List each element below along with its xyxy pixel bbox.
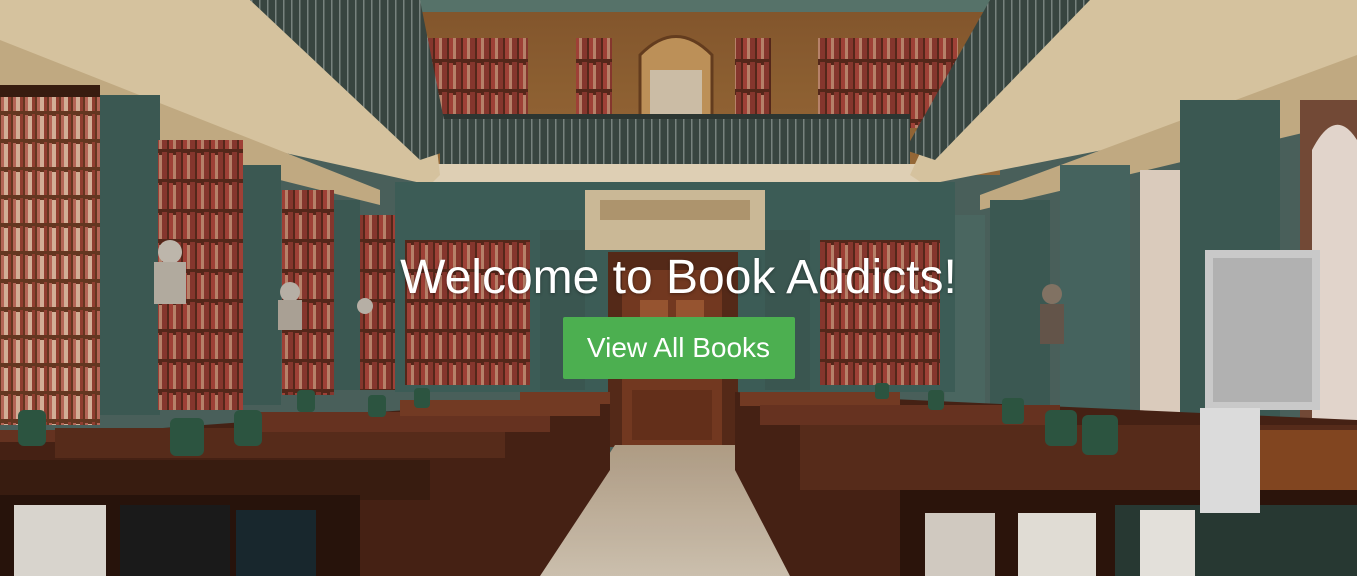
hero-banner: Welcome to Book Addicts! View All Books	[0, 0, 1357, 576]
view-all-books-button[interactable]: View All Books	[562, 317, 795, 379]
hero-title: Welcome to Book Addicts!	[400, 251, 957, 304]
hero-content: Welcome to Book Addicts! View All Books	[0, 248, 1357, 379]
